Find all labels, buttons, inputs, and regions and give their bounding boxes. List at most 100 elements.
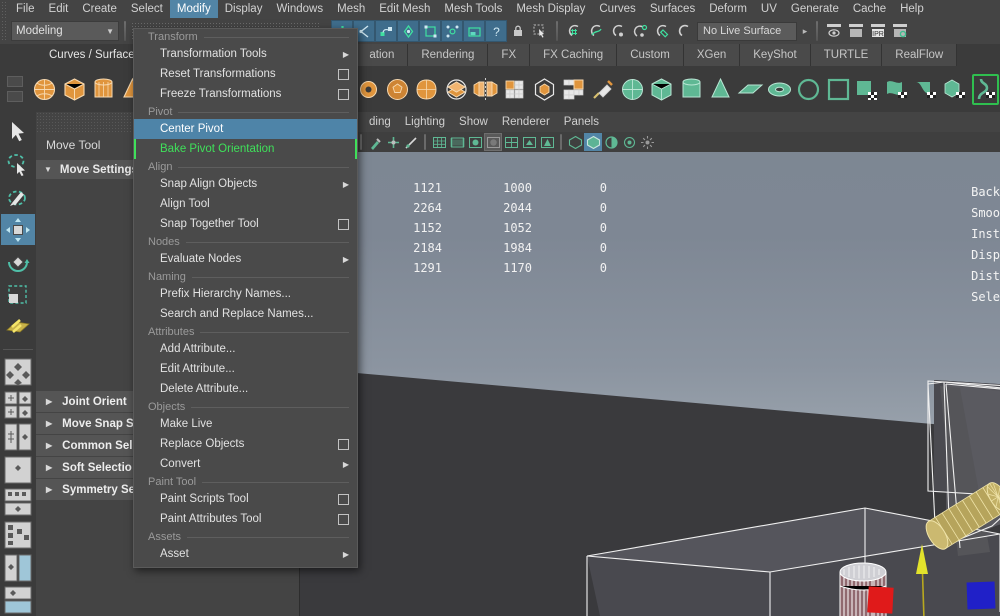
nurbs-cylinder-icon[interactable] <box>678 74 705 105</box>
smooth-icon[interactable] <box>501 74 528 105</box>
snap-point-icon[interactable] <box>607 20 629 42</box>
status-line-grip[interactable] <box>1 20 8 42</box>
shelf-options-control[interactable] <box>0 66 30 112</box>
paint-select-tool[interactable] <box>1 181 35 213</box>
menu-item-add-attribute[interactable]: Add Attribute... <box>134 339 357 359</box>
nurbs-sphere-icon[interactable] <box>619 74 646 105</box>
option-box-icon[interactable] <box>338 219 349 230</box>
menubar-grip[interactable] <box>1 0 8 20</box>
snap-grid-icon[interactable] <box>563 20 585 42</box>
use-all-lights-icon[interactable] <box>502 133 520 151</box>
live-surface-field[interactable]: No Live Surface <box>697 22 797 41</box>
gamma-icon[interactable] <box>638 133 656 151</box>
joint-mask-icon[interactable] <box>419 20 441 42</box>
exposure-icon[interactable] <box>620 133 638 151</box>
handle-mask-icon[interactable] <box>397 20 419 42</box>
outliner-persp-layout[interactable] <box>1 454 35 486</box>
nurbs-plane-icon[interactable] <box>736 74 763 105</box>
menu-item-freeze-transformations[interactable]: Freeze Transformations <box>134 84 357 104</box>
menu-select[interactable]: Select <box>124 0 170 18</box>
lasso-select-tool[interactable] <box>1 149 35 181</box>
last-tool-used[interactable] <box>1 312 35 344</box>
curve-mask-icon[interactable] <box>441 20 463 42</box>
render-settings-icon[interactable] <box>889 20 911 42</box>
menu-item-transformation-tools[interactable]: Transformation Tools▶ <box>134 44 357 64</box>
scale-tool[interactable] <box>1 279 35 311</box>
menu-generate[interactable]: Generate <box>784 0 846 18</box>
persp-graph-layout[interactable] <box>1 519 35 551</box>
shelf-settings-icon[interactable] <box>7 91 23 102</box>
nurbs-cube-icon[interactable] <box>648 74 675 105</box>
outliner-persp-split-layout[interactable] <box>1 584 35 616</box>
option-box-icon[interactable] <box>338 514 349 525</box>
four-view-layout[interactable] <box>1 389 35 421</box>
rotate-tool[interactable] <box>1 246 35 278</box>
menu-windows[interactable]: Windows <box>269 0 330 18</box>
snap-curve-icon[interactable] <box>585 20 607 42</box>
menu-item-edit-attribute[interactable]: Edit Attribute... <box>134 359 357 379</box>
xray-joints-icon[interactable] <box>584 133 602 151</box>
wireframe-shading-icon[interactable] <box>430 133 448 151</box>
menu-modify[interactable]: Modify <box>170 0 218 18</box>
textured-shading-icon[interactable] <box>484 133 502 151</box>
viewport-menu-show[interactable]: Show <box>452 116 495 128</box>
menu-item-delete-attribute[interactable]: Delete Attribute... <box>134 379 357 399</box>
menu-item-paint-attributes-tool[interactable]: Paint Attributes Tool <box>134 509 357 529</box>
single-perspective-view[interactable] <box>1 356 35 388</box>
lock-icon[interactable] <box>507 20 529 42</box>
shelf-tab-keyshot[interactable]: KeyShot <box>740 44 810 66</box>
menu-item-evaluate-nodes[interactable]: Evaluate Nodes▶ <box>134 249 357 269</box>
menu-curves[interactable]: Curves <box>592 0 642 18</box>
poly-cube-icon[interactable] <box>60 74 87 105</box>
shelf-tab-custom[interactable]: Custom <box>617 44 684 66</box>
menu-mesh-tools[interactable]: Mesh Tools <box>437 0 509 18</box>
xray-icon[interactable] <box>566 133 584 151</box>
hypershade-persp-layout[interactable] <box>1 552 35 584</box>
two-pane-side-by-side[interactable] <box>1 421 35 453</box>
menu-item-reset-transformations[interactable]: Reset Transformations <box>134 64 357 84</box>
bevel-icon[interactable] <box>531 74 558 105</box>
option-box-icon[interactable] <box>338 69 349 80</box>
menu-item-replace-objects[interactable]: Replace Objects <box>134 434 357 454</box>
shelf-tab-animation[interactable]: ation <box>356 44 408 66</box>
menu-display[interactable]: Display <box>218 0 270 18</box>
viewport-menu-shading[interactable]: ding <box>362 116 398 128</box>
snap-projected-center-icon[interactable] <box>629 20 651 42</box>
menu-file[interactable]: File <box>9 0 42 18</box>
deformation-mask-icon[interactable]: ? <box>485 20 507 42</box>
option-box-icon[interactable] <box>338 494 349 505</box>
poly-superellipse-icon[interactable] <box>413 74 440 105</box>
nurbs-torus-icon[interactable] <box>766 74 793 105</box>
menu-item-search-and-replace-names[interactable]: Search and Replace Names... <box>134 304 357 324</box>
menu-mesh-display[interactable]: Mesh Display <box>509 0 592 18</box>
expand-arrow-icon[interactable]: ▸ <box>799 20 811 42</box>
menu-item-make-live[interactable]: Make Live <box>134 414 357 434</box>
paint-effects-icon[interactable] <box>366 133 384 151</box>
menu-surfaces[interactable]: Surfaces <box>643 0 702 18</box>
revolve-icon[interactable] <box>913 74 940 105</box>
menu-item-prefix-hierarchy-names[interactable]: Prefix Hierarchy Names... <box>134 284 357 304</box>
viewport-menu-lighting[interactable]: Lighting <box>398 116 452 128</box>
surface-mask-icon[interactable] <box>463 20 485 42</box>
sculpt-tool-icon[interactable] <box>589 74 616 105</box>
menu-edit[interactable]: Edit <box>42 0 76 18</box>
menu-item-snap-align-objects[interactable]: Snap Align Objects▶ <box>134 174 357 194</box>
shelf-tab-fx-caching[interactable]: FX Caching <box>530 44 617 66</box>
select-tool[interactable] <box>1 116 35 148</box>
poly-gear-icon[interactable] <box>354 74 381 105</box>
shelf-tab-xgen[interactable]: XGen <box>684 44 740 66</box>
menu-deform[interactable]: Deform <box>702 0 754 18</box>
nurbs-square-icon[interactable] <box>825 74 852 105</box>
menu-create[interactable]: Create <box>75 0 124 18</box>
shelf-tab-rendering[interactable]: Rendering <box>408 44 488 66</box>
component-mode-icon[interactable] <box>375 20 397 42</box>
menu-help[interactable]: Help <box>893 0 931 18</box>
menu-item-paint-scripts-tool[interactable]: Paint Scripts Tool <box>134 489 357 509</box>
extrude-curve-icon[interactable] <box>972 74 999 105</box>
xray-active-components-icon[interactable] <box>602 133 620 151</box>
shadows-icon[interactable] <box>520 133 538 151</box>
snap-view-plane-icon[interactable] <box>651 20 673 42</box>
viewport-menu-renderer[interactable]: Renderer <box>495 116 557 128</box>
render-current-frame-icon[interactable] <box>823 20 845 42</box>
option-box-icon[interactable] <box>338 89 349 100</box>
